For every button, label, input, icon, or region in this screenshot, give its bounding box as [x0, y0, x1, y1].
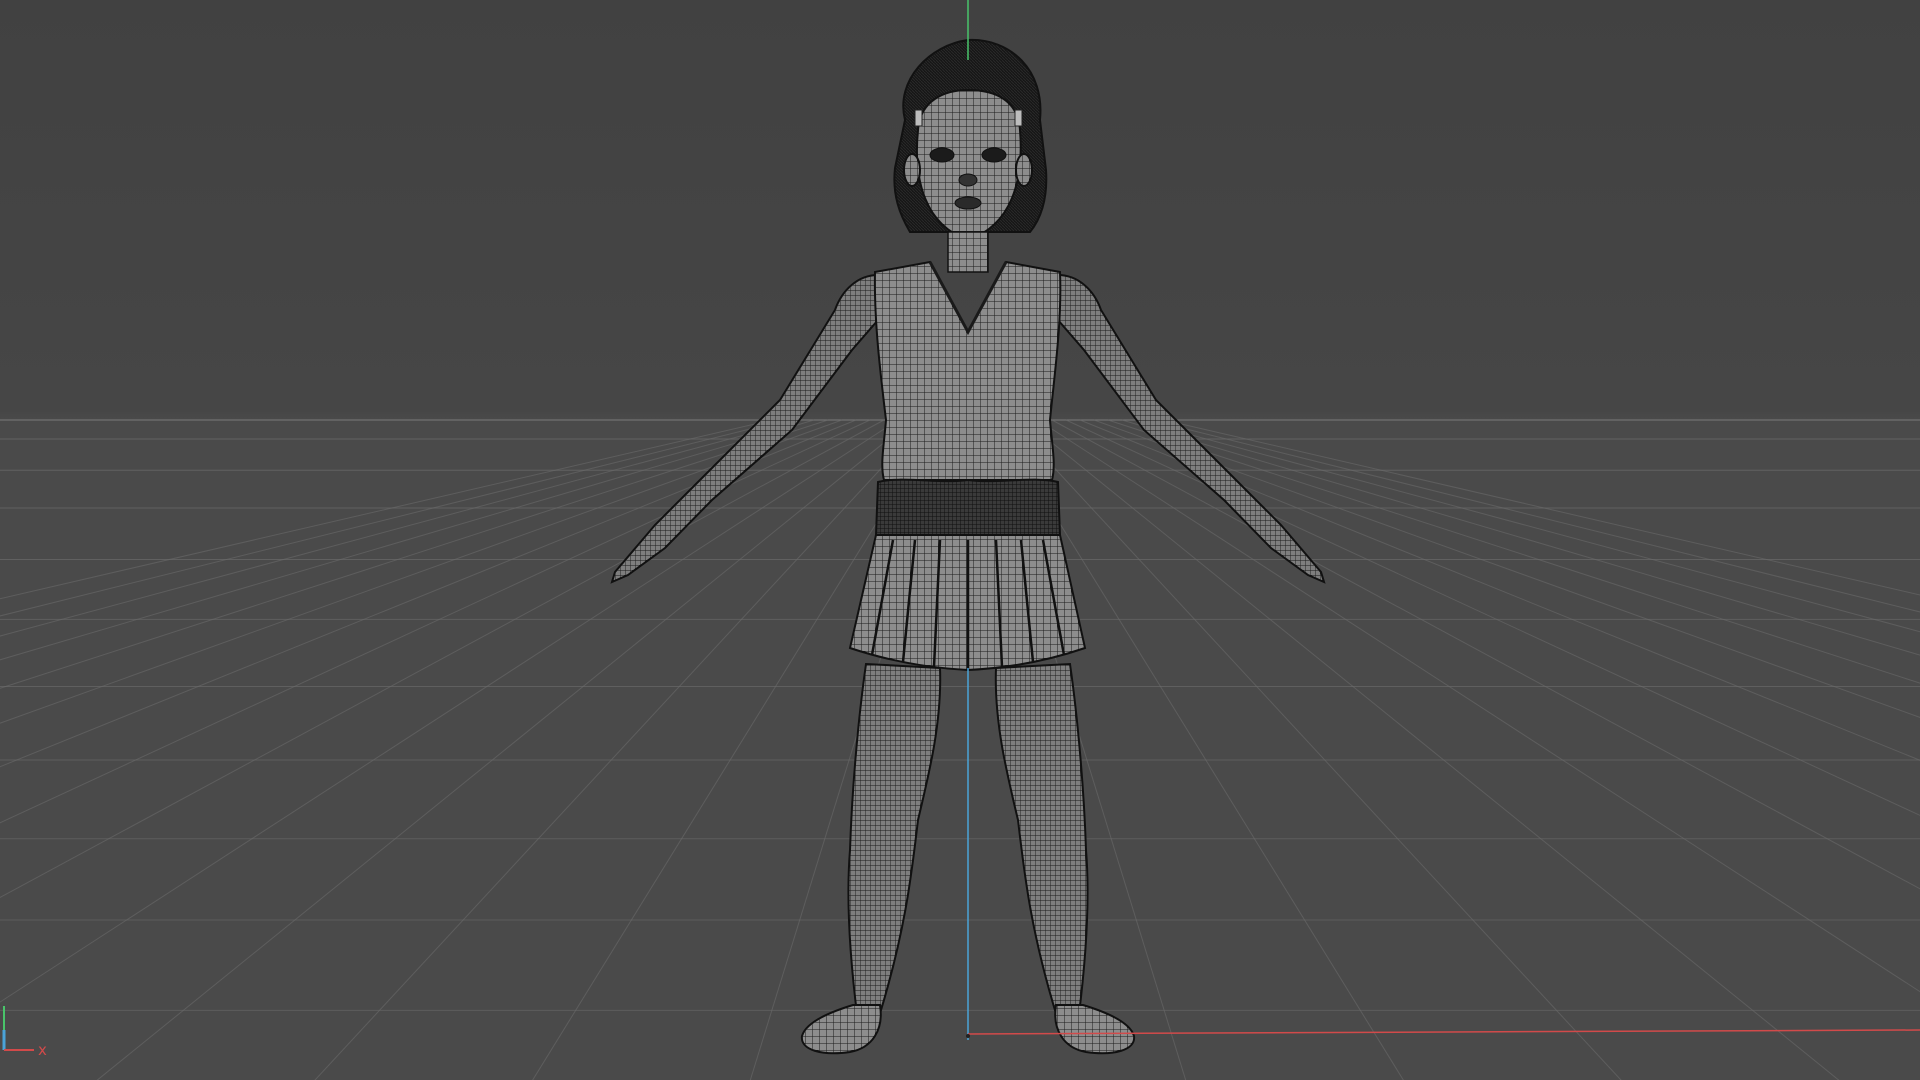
right-leg-mesh: [994, 662, 1089, 1024]
grid-line-depth: [0, 419, 857, 768]
neck-mesh: [947, 231, 989, 273]
mouth: [954, 196, 982, 210]
viewport-scene[interactable]: [0, 0, 1920, 1080]
grid-line-depth: [0, 419, 885, 899]
grid-line-depth: [1023, 419, 1840, 1080]
right-arm-mesh: [1057, 273, 1326, 584]
grid-line-depth: [1163, 419, 1920, 596]
hair-clip: [914, 109, 923, 127]
grid-line-depth: [0, 419, 899, 1003]
nose: [958, 173, 978, 187]
3d-viewport[interactable]: x: [0, 0, 1920, 1080]
grid-line-depth: [314, 419, 927, 1080]
grid-line-depth: [96, 419, 913, 1080]
gizmo-x-label: x: [38, 1041, 47, 1059]
grid-line-depth: [1065, 419, 1920, 816]
grid-line-depth: [1009, 419, 1622, 1080]
ear-mesh: [903, 153, 921, 187]
left-leg-mesh: [847, 662, 942, 1024]
grid-line-depth: [0, 419, 843, 724]
left-arm-mesh: [610, 273, 879, 584]
grid-line-depth: [1037, 419, 1920, 993]
hair-clip: [1014, 109, 1023, 127]
right-shoe-mesh: [1054, 1004, 1136, 1055]
grid-line-depth: [1079, 419, 1920, 761]
eye: [929, 147, 955, 163]
grid-line-depth: [1093, 419, 1920, 718]
world-origin: [966, 1034, 970, 1038]
eye: [981, 147, 1007, 163]
grid-line-depth: [1107, 419, 1920, 684]
top-mesh: [873, 260, 1062, 481]
grid-line-depth: [0, 419, 829, 689]
left-shoe-mesh: [800, 1004, 882, 1055]
grid-line-depth: [1051, 419, 1920, 890]
axis-gizmo[interactable]: [2, 1006, 34, 1051]
ear-mesh: [1015, 153, 1033, 187]
waist-ruffle-mesh: [874, 478, 1062, 542]
